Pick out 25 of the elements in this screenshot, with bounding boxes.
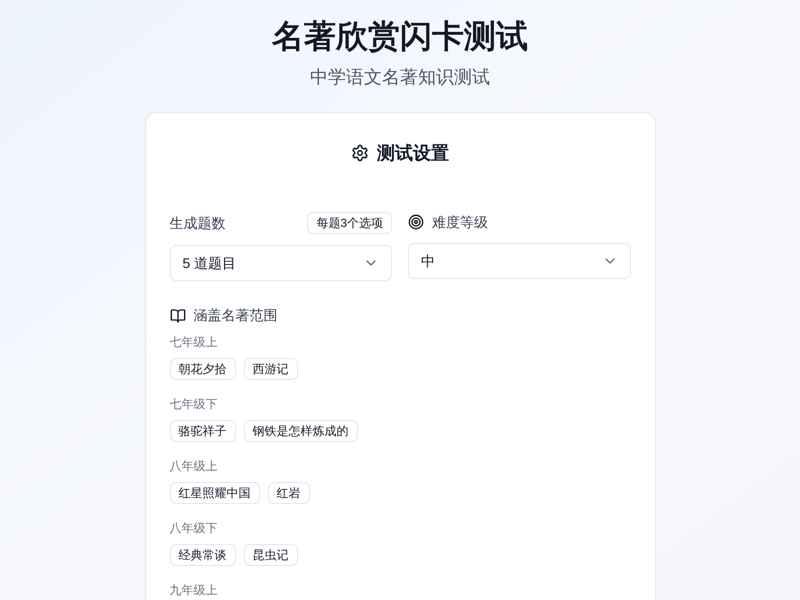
settings-icon bbox=[351, 144, 369, 162]
field-label: 生成题数 bbox=[170, 214, 226, 232]
target-icon bbox=[408, 214, 424, 230]
book-icon bbox=[170, 308, 186, 324]
grade-label: 八年级上 bbox=[170, 458, 218, 474]
grade-label: 七年级上 bbox=[170, 334, 218, 350]
grade-label: 九年级上 bbox=[170, 582, 218, 598]
book-tag: 钢铁是怎样炼成的 bbox=[244, 420, 358, 442]
book-tag: 经典常谈 bbox=[170, 544, 236, 566]
grade-label: 七年级下 bbox=[170, 396, 218, 412]
book-tag: 昆虫记 bbox=[244, 544, 298, 566]
options-badge: 每题3个选项 bbox=[307, 212, 392, 234]
page-subtitle: 中学语文名著知识测试 bbox=[310, 66, 490, 89]
count-select[interactable]: 5 道题目 bbox=[170, 245, 392, 281]
book-tag: 红星照耀中国 bbox=[170, 482, 260, 504]
book-tag: 朝花夕拾 bbox=[170, 358, 236, 380]
book-tag: 红岩 bbox=[268, 482, 310, 504]
section-label: 涵盖名著范围 bbox=[194, 306, 278, 325]
difficulty-select[interactable]: 中 bbox=[408, 243, 630, 279]
field-label: 难度等级 bbox=[432, 212, 488, 232]
card-title: 测试设置 bbox=[377, 142, 449, 165]
book-tag: 骆驼祥子 bbox=[170, 420, 236, 442]
page-title: 名著欣赏闪卡测试 bbox=[272, 17, 528, 56]
book-tag: 西游记 bbox=[244, 358, 298, 380]
grade-label: 八年级下 bbox=[170, 520, 218, 536]
